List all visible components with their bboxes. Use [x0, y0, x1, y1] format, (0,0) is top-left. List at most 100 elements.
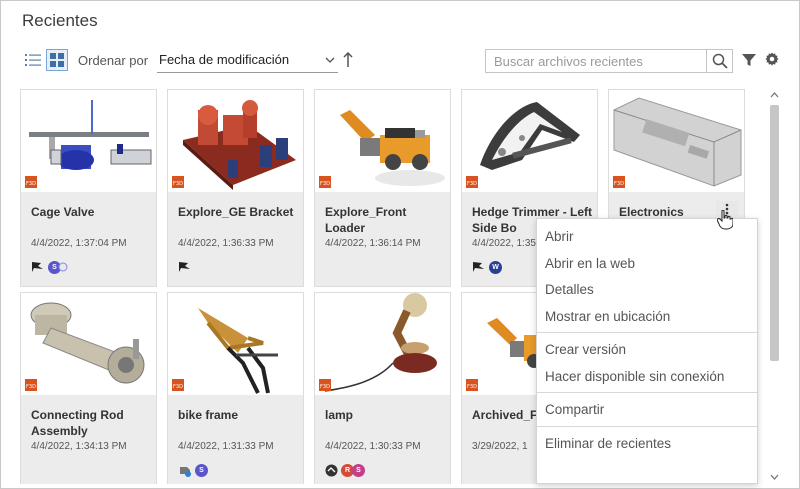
shared-icon — [58, 262, 68, 272]
file-date: 4/4/2022, 1:31:33 PM — [178, 441, 274, 452]
linked-icon — [180, 466, 191, 477]
flag-icon — [32, 262, 43, 272]
file-status-icons: W — [472, 260, 502, 274]
model-thumbnail — [198, 308, 278, 394]
scrollbar[interactable] — [767, 89, 781, 484]
menu-item-create-version[interactable]: Crear versión — [537, 336, 757, 363]
scroll-up-icon[interactable] — [770, 91, 779, 99]
thumbnail: F3D — [21, 90, 156, 192]
page-title: Recientes — [22, 11, 98, 30]
file-date: 4/4/2022, 1:36:14 PM — [325, 238, 421, 249]
file-status-icons: S — [31, 260, 68, 274]
collab-icon — [325, 464, 338, 476]
menu-item-remove-recent[interactable]: Eliminar de recientes — [537, 430, 757, 457]
file-status-icons: S — [178, 463, 208, 477]
thumbnail: F3D — [462, 90, 597, 192]
menu-item-offline[interactable]: Hacer disponible sin conexión — [537, 363, 757, 390]
hand-cursor-icon — [717, 210, 733, 230]
f3d-file-icon: F3D — [613, 176, 625, 188]
file-card-connecting-rod[interactable]: F3D Connecting Rod Assembly 4/4/2022, 1:… — [20, 292, 157, 484]
toolbar: Ordenar por Fecha de modificación — [22, 49, 779, 75]
search-icon — [712, 53, 728, 69]
file-card-bike-frame[interactable]: F3D bike frame 4/4/2022, 1:31:33 PM S — [167, 292, 304, 484]
flag-icon — [179, 262, 190, 272]
sort-value: Fecha de modificación — [159, 52, 290, 67]
search-button[interactable] — [706, 49, 732, 73]
menu-item-show-location[interactable]: Mostrar en ubicación — [537, 303, 757, 330]
f3d-file-icon: F3D — [25, 176, 37, 188]
file-name: Connecting Rod Assembly — [31, 408, 124, 438]
chevron-down-icon — [325, 57, 335, 63]
f3d-file-icon: F3D — [466, 176, 478, 188]
menu-item-details[interactable]: Detalles — [537, 276, 757, 303]
file-name: Cage Valve — [31, 205, 95, 219]
file-name: Explore_Front Loader — [325, 205, 407, 235]
thumbnail: F3D — [315, 293, 450, 395]
file-name: Explore_GE Bracket — [178, 205, 294, 219]
context-menu: Abrir Abrir en la web Detalles Mostrar e… — [536, 218, 758, 484]
avatar: S — [352, 463, 365, 477]
f3d-file-icon: F3D — [319, 176, 331, 188]
gear-icon[interactable] — [765, 52, 779, 66]
avatar: W — [489, 260, 502, 274]
sort-dropdown[interactable]: Fecha de modificación — [157, 49, 338, 73]
svg-text:F3D: F3D — [320, 384, 330, 390]
file-date: 4/4/2022, 1:30:33 PM — [325, 441, 421, 452]
svg-text:F3D: F3D — [173, 384, 183, 390]
model-thumbnail — [613, 97, 742, 187]
scroll-down-icon[interactable] — [770, 473, 779, 481]
f3d-file-icon: F3D — [319, 379, 331, 391]
file-card-lamp[interactable]: F3D lamp 4/4/2022, 1:30:33 PM R S — [314, 292, 451, 484]
flag-icon — [473, 262, 484, 272]
f3d-file-icon: F3D — [25, 379, 37, 391]
f3d-file-icon: F3D — [466, 379, 478, 391]
svg-text:F3D: F3D — [614, 181, 624, 187]
svg-text:F3D: F3D — [467, 384, 477, 390]
file-card-explore-front-loader[interactable]: F3D Explore_Front Loader 4/4/2022, 1:36:… — [314, 89, 451, 287]
recent-files-panel: Recientes Ordenar por Fecha de modificac… — [0, 0, 800, 489]
file-name: lamp — [325, 408, 354, 422]
thumbnail: F3D — [21, 293, 156, 395]
svg-text:F3D: F3D — [173, 181, 183, 187]
file-date: 4/4/2022, 1:34:13 PM — [31, 441, 127, 452]
avatar: S — [195, 463, 208, 477]
file-name: bike frame — [178, 408, 239, 422]
f3d-file-icon: F3D — [172, 379, 184, 391]
menu-item-open-web[interactable]: Abrir en la web — [537, 250, 757, 277]
model-thumbnail — [183, 100, 296, 190]
f3d-file-icon: F3D — [172, 176, 184, 188]
file-status-icons — [178, 260, 192, 274]
menu-divider — [537, 425, 757, 427]
thumbnail: F3D — [609, 90, 744, 192]
file-date: 3/29/2022, 1 — [472, 441, 528, 452]
search-box — [485, 49, 733, 73]
file-card-explore-ge-bracket[interactable]: F3D Explore_GE Bracket 4/4/2022, 1:36:33… — [167, 89, 304, 287]
list-view-button[interactable] — [22, 49, 44, 71]
search-input[interactable] — [486, 50, 706, 72]
file-date: 4/4/2022, 1:36:33 PM — [178, 238, 274, 249]
menu-divider — [537, 332, 757, 333]
thumbnail: F3D — [315, 90, 450, 192]
model-thumbnail — [29, 100, 152, 170]
file-card-cage-valve[interactable]: F3D Cage Valve 4/4/2022, 1:37:04 PM S — [20, 89, 157, 287]
model-thumbnail — [480, 102, 580, 170]
grid-view-button[interactable] — [46, 49, 68, 71]
sort-ascending-icon[interactable] — [343, 52, 353, 68]
scrollbar-thumb[interactable] — [770, 105, 779, 361]
file-date: 4/4/2022, 1:37:04 PM — [31, 238, 127, 249]
thumbnail: F3D — [168, 90, 303, 192]
list-icon — [25, 54, 41, 66]
grid-icon — [50, 53, 64, 67]
model-thumbnail — [324, 293, 437, 392]
svg-text:F3D: F3D — [26, 181, 36, 187]
model-thumbnail — [30, 302, 145, 384]
svg-text:F3D: F3D — [26, 384, 36, 390]
menu-item-share[interactable]: Compartir — [537, 396, 757, 423]
sort-label: Ordenar por — [78, 53, 149, 68]
file-date: 4/4/2022, 1:35: — [472, 238, 539, 249]
svg-text:F3D: F3D — [467, 181, 477, 187]
filter-icon[interactable] — [741, 52, 757, 68]
thumbnail: F3D — [168, 293, 303, 395]
menu-divider — [537, 392, 757, 393]
file-status-icons: R S — [325, 463, 365, 477]
